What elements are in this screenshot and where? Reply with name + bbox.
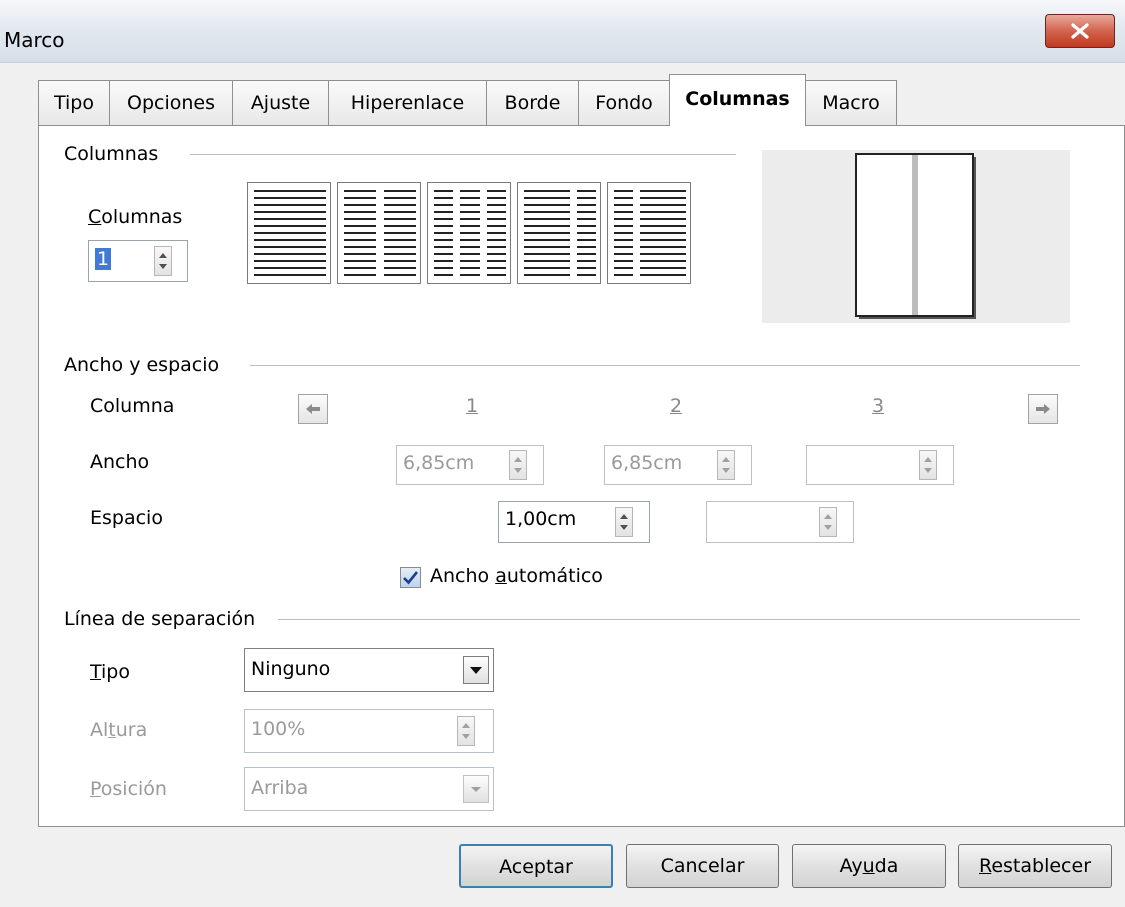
tab-macro[interactable]: Macro <box>805 80 897 125</box>
tab-hiperenlace[interactable]: Hiperenlace <box>328 80 487 125</box>
column-number-3: 3 <box>872 395 885 417</box>
chevron-down-icon <box>471 787 481 792</box>
width-col1-value: 6,85cm <box>403 452 475 474</box>
group-divider <box>278 619 1080 620</box>
posicion-label: Posición <box>90 778 167 800</box>
tab-fondo[interactable]: Fondo <box>578 80 670 125</box>
layout-wide-left[interactable] <box>517 182 601 284</box>
group-label-separator: Línea de separación <box>64 608 262 630</box>
cancel-button[interactable]: Cancelar <box>626 844 779 888</box>
columns-count-value[interactable]: 1 <box>95 248 112 270</box>
dialog-window: Marco Tipo Opciones Ajuste Hiperenlace B… <box>0 0 1125 907</box>
prev-column-button[interactable] <box>298 394 328 424</box>
column-preview <box>762 150 1070 323</box>
arrow-right-icon <box>1036 404 1050 414</box>
line-position-select[interactable]: Arriba <box>244 767 494 811</box>
columna-label: Columna <box>90 395 175 417</box>
arrow-left-icon <box>306 404 320 414</box>
group-label-ancho-espacio: Ancho y espacio <box>64 354 226 376</box>
layout-three-columns[interactable] <box>427 182 511 284</box>
close-icon <box>1071 23 1089 39</box>
width-col3-stepper[interactable] <box>919 450 937 480</box>
line-height-stepper[interactable] <box>457 716 475 746</box>
tab-columnas[interactable]: Columnas <box>669 74 806 126</box>
help-button[interactable]: Ayuda <box>792 844 946 888</box>
line-type-value: Ninguno <box>251 658 331 680</box>
width-col2-stepper[interactable] <box>717 450 735 480</box>
line-height-value: 100% <box>251 718 306 740</box>
width-col2-value: 6,85cm <box>611 452 683 474</box>
reset-button[interactable]: Restablecer <box>958 844 1112 888</box>
spacing-col1-input[interactable]: 1,00cm <box>498 501 650 543</box>
columns-count-stepper[interactable] <box>154 246 172 276</box>
layout-wide-right[interactable] <box>607 182 691 284</box>
chevron-down-icon <box>470 667 482 674</box>
columns-count-spin[interactable]: 1 <box>88 240 188 282</box>
auto-width-checkbox[interactable] <box>400 567 421 588</box>
spacing-col2-stepper[interactable] <box>819 507 837 537</box>
group-divider <box>190 154 736 155</box>
column-number-2: 2 <box>670 395 683 417</box>
title-bar[interactable]: Marco <box>0 0 1125 63</box>
width-col3-input[interactable] <box>806 445 954 485</box>
checkmark-icon <box>403 571 419 585</box>
columns-count-label: Columnas <box>88 206 183 228</box>
auto-width-label[interactable]: Ancho automático <box>430 565 603 587</box>
tab-ajuste[interactable]: Ajuste <box>232 80 329 125</box>
column-number-1: 1 <box>466 395 479 417</box>
tab-tipo[interactable]: Tipo <box>38 80 110 125</box>
width-col2-input[interactable]: 6,85cm <box>604 445 752 485</box>
tab-opciones[interactable]: Opciones <box>109 80 233 125</box>
spacing-col1-stepper[interactable] <box>615 507 633 537</box>
ok-button[interactable]: Aceptar <box>459 844 613 888</box>
layout-two-columns[interactable] <box>337 182 421 284</box>
group-label-columnas: Columnas <box>64 143 165 165</box>
spacing-col2-input[interactable] <box>706 501 854 543</box>
close-button[interactable] <box>1045 14 1115 48</box>
window-title: Marco <box>4 28 65 52</box>
line-type-dropdown-button[interactable] <box>463 656 489 684</box>
line-position-dropdown-button[interactable] <box>463 775 489 803</box>
tab-borde[interactable]: Borde <box>486 80 579 125</box>
altura-label: Altura <box>90 719 148 741</box>
next-column-button[interactable] <box>1028 394 1058 424</box>
line-position-value: Arriba <box>251 777 309 799</box>
ancho-label: Ancho <box>90 451 150 473</box>
group-divider <box>250 365 1080 366</box>
width-col1-stepper[interactable] <box>509 450 527 480</box>
layout-one-column[interactable] <box>247 182 331 284</box>
spacing-col1-value: 1,00cm <box>505 508 577 530</box>
espacio-label: Espacio <box>90 507 163 529</box>
width-col1-input[interactable]: 6,85cm <box>396 445 544 485</box>
tipo-label: Tipo <box>90 661 130 683</box>
line-height-input[interactable]: 100% <box>244 709 494 753</box>
line-type-select[interactable]: Ninguno <box>244 648 494 692</box>
